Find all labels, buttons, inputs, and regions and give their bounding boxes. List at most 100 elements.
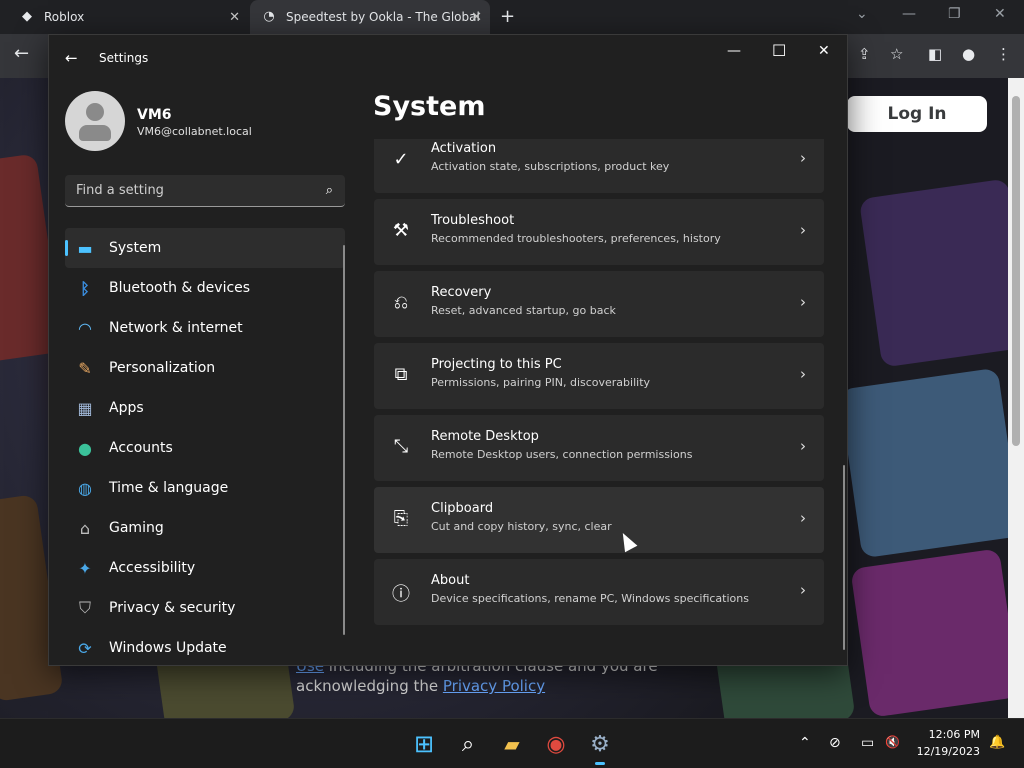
chevron-right-icon: › [800, 221, 806, 239]
page-scrollbar[interactable] [1008, 78, 1024, 718]
settings-card-list: ✓ Activation Activation state, subscript… [374, 139, 824, 631]
globe-icon: ◍ [78, 478, 92, 498]
search-icon[interactable]: ⌕ [326, 183, 333, 198]
minimize-icon[interactable]: — [902, 6, 916, 22]
search-input[interactable] [65, 175, 305, 205]
gamepad-icon: ⌂ [79, 518, 91, 538]
share-icon[interactable]: ⇪ [858, 45, 871, 63]
card-title: Remote Desktop [431, 429, 539, 444]
clock-date[interactable]: 12/19/2023 [914, 745, 980, 758]
nav-label: Privacy & security [109, 600, 236, 616]
nav-item-accessibility[interactable]: ✦ Accessibility [65, 548, 345, 588]
browser-tab-bar: ◆ Roblox ✕ ◔ Speedtest by Ookla - The Gl… [0, 0, 1024, 34]
card-subtitle: Recommended troubleshooters, preferences… [431, 232, 721, 245]
minimize-icon[interactable]: — [727, 43, 741, 59]
notifications-icon[interactable]: 🔔 [989, 735, 1005, 750]
card-about[interactable]: ⓘ About Device specifications, rename PC… [374, 559, 824, 625]
terms-text-line-2: acknowledging the Privacy Policy [296, 677, 546, 695]
windows-start-icon[interactable]: ⊞ [409, 729, 439, 759]
main-scrollbar[interactable] [843, 465, 845, 650]
network-icon[interactable]: ⊘ [829, 735, 841, 751]
chevron-up-icon[interactable]: ⌃ [799, 735, 811, 751]
card-activation[interactable]: ✓ Activation Activation state, subscript… [374, 139, 824, 193]
restore-icon[interactable]: ❐ [948, 6, 961, 22]
check-circle-icon: ✓ [393, 149, 409, 170]
nav-label: Accounts [109, 440, 173, 456]
new-tab-button[interactable]: + [500, 6, 515, 27]
close-icon[interactable]: ✕ [229, 10, 240, 25]
nav-item-accounts[interactable]: ● Accounts [65, 428, 345, 468]
nav-item-apps[interactable]: ▦ Apps [65, 388, 345, 428]
speedtest-icon: ◔ [263, 9, 275, 24]
person-icon: ● [78, 438, 92, 458]
nav-scrollbar[interactable] [343, 245, 345, 635]
game-thumbnail[interactable] [858, 178, 1008, 368]
search-icon[interactable]: ⌕ [453, 729, 483, 759]
display-icon[interactable]: ▭ [861, 735, 874, 751]
card-title: Clipboard [431, 501, 494, 516]
maximize-icon[interactable]: ☐ [772, 41, 786, 60]
chevron-right-icon: › [800, 509, 806, 527]
browser-close-icon[interactable]: ✕ [994, 6, 1006, 22]
login-button[interactable]: Log In [847, 96, 987, 132]
card-clipboard[interactable]: ⎘ Clipboard Cut and copy history, sync, … [374, 487, 824, 553]
nav-item-bluetooth[interactable]: ᛒ Bluetooth & devices [65, 268, 345, 308]
card-projecting[interactable]: ⧉ Projecting to this PC Permissions, pai… [374, 343, 824, 409]
back-arrow-icon[interactable]: ← [65, 49, 78, 67]
card-recovery[interactable]: ⎌ Recovery Reset, advanced startup, go b… [374, 271, 824, 337]
find-setting-search[interactable]: ⌕ [65, 175, 345, 207]
nav-item-windows-update[interactable]: ⟳ Windows Update [65, 628, 345, 668]
nav-item-personalization[interactable]: ✎ Personalization [65, 348, 345, 388]
privacy-policy-link[interactable]: Privacy Policy [443, 677, 545, 695]
browser-back-icon[interactable]: ← [14, 43, 29, 64]
nav-label: Windows Update [109, 640, 227, 656]
nav-label: Accessibility [109, 560, 196, 576]
tab-search-icon[interactable]: ⌄ [856, 6, 868, 22]
browser-tab-speedtest[interactable]: ◔ Speedtest by Ookla - The Global ✕ [250, 0, 490, 34]
nav-item-system[interactable]: ▬ System [65, 228, 345, 268]
close-icon[interactable]: ✕ [471, 10, 482, 25]
nav-label: Apps [109, 400, 144, 416]
chrome-icon[interactable]: ◉ [541, 729, 571, 759]
close-icon[interactable]: ✕ [818, 43, 830, 59]
nav-item-gaming[interactable]: ⌂ Gaming [65, 508, 345, 548]
settings-window: ← Settings — ☐ ✕ VM6 VM6@collabnet.local… [48, 34, 848, 666]
wrench-icon: ⚒ [392, 220, 410, 241]
nav-item-privacy-security[interactable]: ⛉ Privacy & security [65, 588, 345, 628]
scrollbar-thumb[interactable] [1012, 96, 1020, 446]
nav-label: Time & language [109, 480, 229, 496]
card-subtitle: Permissions, pairing PIN, discoverabilit… [431, 376, 651, 389]
bookmark-star-icon[interactable]: ☆ [890, 45, 903, 63]
card-remote-desktop[interactable]: ⤡ Remote Desktop Remote Desktop users, c… [374, 415, 824, 481]
nav-item-time-language[interactable]: ◍ Time & language [65, 468, 345, 508]
profile-icon[interactable]: ● [962, 45, 975, 63]
taskbar: ⊞ ⌕ ▰ ◉ ⚙ ⌃ ⊘ ▭ 🔇 🔔 [0, 718, 1024, 768]
nav-label: Personalization [109, 360, 216, 376]
file-explorer-icon[interactable]: ▰ [497, 729, 527, 759]
nav-item-network[interactable]: ◠ Network & internet [65, 308, 345, 348]
browser-tab-roblox[interactable]: ◆ Roblox ✕ [8, 0, 248, 34]
settings-icon[interactable]: ⚙ [585, 729, 615, 765]
recovery-icon: ⎌ [393, 292, 409, 313]
settings-window-title: Settings [99, 51, 149, 65]
game-thumbnail[interactable] [850, 548, 1008, 718]
volume-muted-icon[interactable]: 🔇 [885, 735, 900, 749]
game-thumbnail[interactable] [838, 367, 1008, 559]
info-icon: ⓘ [392, 584, 410, 605]
chevron-right-icon: › [800, 437, 806, 455]
update-icon: ⟳ [78, 638, 92, 658]
card-troubleshoot[interactable]: ⚒ Troubleshoot Recommended troubleshoote… [374, 199, 824, 265]
nav-label: Gaming [109, 520, 164, 536]
roblox-icon: ◆ [22, 9, 32, 24]
browser-menu-icon[interactable]: ⋮ [996, 45, 1011, 63]
card-title: About [431, 573, 470, 588]
card-title: Activation [431, 141, 497, 156]
tab-title: Roblox [44, 10, 85, 24]
clock-time[interactable]: 12:06 PM [920, 728, 980, 741]
side-panel-icon[interactable]: ◧ [928, 45, 942, 63]
card-title: Troubleshoot [431, 213, 515, 228]
settings-titlebar: ← Settings — ☐ ✕ [49, 35, 849, 81]
avatar[interactable] [65, 91, 125, 151]
chevron-right-icon: › [800, 581, 806, 599]
chevron-right-icon: › [800, 293, 806, 311]
